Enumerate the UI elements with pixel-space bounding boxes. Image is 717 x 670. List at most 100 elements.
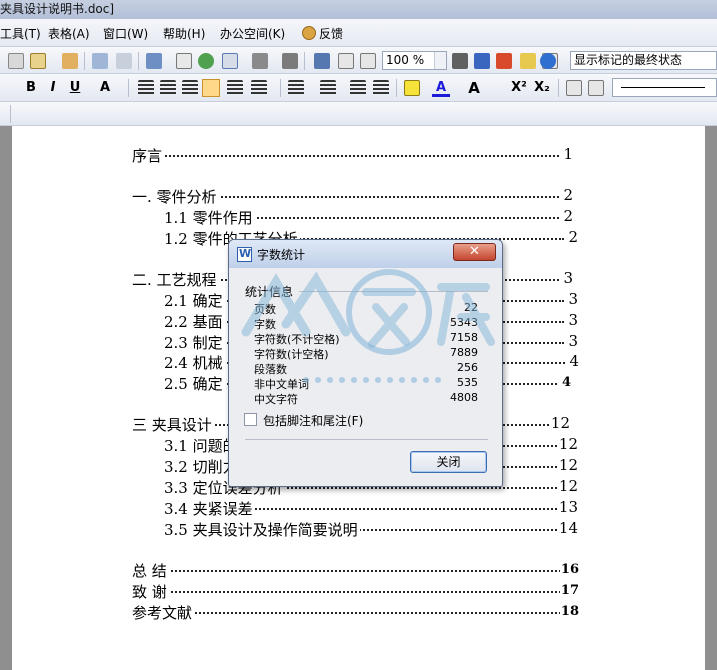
toc-text: 参考文献 [132,604,195,622]
insert-table-icon[interactable] [146,53,162,69]
bullets-icon[interactable] [320,80,336,96]
columns-icon[interactable] [252,53,268,69]
stat-value: 535 [457,376,478,389]
paste-icon[interactable] [30,53,46,69]
toc-text: 2.4 机械 [164,354,225,372]
toc-text: 总 结 [132,562,169,580]
toc-page: 4 [568,352,579,370]
toc-text: 一. 零件分析 [132,188,219,206]
include-footnotes-checkbox[interactable] [244,413,257,426]
align-left-icon[interactable] [138,80,154,96]
toc-page: 3 [562,269,573,287]
numbering-icon[interactable] [288,80,304,96]
gift-icon[interactable] [496,53,512,69]
toc-page: 1 [562,145,573,163]
table-style-icon[interactable] [588,80,604,96]
chart-icon[interactable] [282,53,298,69]
help-icon[interactable] [540,53,556,69]
format-painter-icon[interactable] [62,53,78,69]
align-right-icon[interactable] [182,80,198,96]
undo-icon[interactable] [92,53,108,69]
stat-value: 7889 [450,346,478,359]
styles-icon[interactable] [566,80,582,96]
document-map-icon[interactable] [314,53,330,69]
grow-font-button[interactable]: A [465,79,483,97]
dialog-title-bar[interactable]: 字数统计 ✕ [229,240,502,268]
find-icon[interactable] [452,53,468,69]
bold-button[interactable]: B [22,79,40,97]
toc-page: 12 [557,435,578,453]
align-center-icon[interactable] [160,80,176,96]
toc-text: 2.1 确定 [164,292,225,310]
print-preview-icon[interactable] [360,53,376,69]
increase-indent-icon[interactable] [373,80,389,96]
divider [245,439,488,440]
stat-label: 页数 [254,303,276,316]
toc-text: 3.5 夹具设计及操作简要说明 [164,521,360,539]
superscript-button[interactable]: X² [510,79,528,97]
show-hide-marks-icon[interactable] [338,53,354,69]
separator [396,79,397,97]
menu-help[interactable]: 帮助(H) [163,25,205,42]
font-color-button[interactable]: A [432,79,450,97]
toc-entry: 致 谢 17 [132,581,579,601]
menu-window[interactable]: 窗口(W) [103,25,148,42]
toc-page: 13 [557,498,578,516]
include-footnotes-label[interactable]: 包括脚注和尾注(F) [263,412,363,429]
menu-feedback[interactable]: 反馈 [319,25,343,42]
table-icon[interactable] [222,53,238,69]
formula-icon[interactable] [176,53,192,69]
toc-entry: 3.5 夹具设计及操作简要说明 14 [164,519,578,539]
track-changes-value: 显示标记的最终状态 [574,53,683,67]
leader-dots [132,566,565,572]
toc-text: 二. 工艺规程 [132,271,219,289]
separator [304,52,305,70]
stat-value: 5343 [450,316,478,329]
menu-office-space[interactable]: 办公空间(K) [220,25,285,42]
underline-button[interactable]: U [66,79,84,97]
web-icon[interactable] [198,53,214,69]
italic-button[interactable]: I [44,79,62,97]
highlight-icon[interactable] [404,80,420,96]
track-changes-select[interactable]: 显示标记的最终状态 [570,51,717,70]
leader-dots [132,151,559,157]
close-button[interactable]: 关闭 [410,451,487,473]
formatting-toolbar: B I U A A A X² X₂ [0,74,717,102]
zoom-select[interactable]: 100 % [382,51,447,70]
decrease-indent-icon[interactable] [350,80,366,96]
toc-text: 2.5 确定 [164,375,225,393]
justify-button[interactable] [202,79,220,97]
line-spacing-icon[interactable] [251,80,267,96]
toc-page: 2 [567,228,578,246]
ruler-bar [0,102,717,126]
star-icon[interactable] [520,53,536,69]
menu-table[interactable]: 表格(A) [48,25,90,42]
standard-toolbar: 100 % 显示标记的最终状态 [0,47,717,74]
font-effect-button[interactable]: A [96,79,114,97]
cut-icon[interactable] [8,53,24,69]
divider [299,291,488,292]
close-icon[interactable]: ✕ [453,243,496,261]
toc-entry: 一. 零件分析 2 [132,186,573,206]
subscript-button[interactable]: X₂ [533,79,551,97]
word-count-dialog: 字数统计 ✕ 统计信息 页数 22 字数 5343 字符数(不计空格) 7158… [228,239,503,487]
toc-page: 14 [557,519,578,537]
toc-page: 2 [562,207,573,225]
stat-value: 4808 [450,391,478,404]
word-app-icon [237,247,252,262]
toc-text: 1.1 零件作用 [164,209,255,227]
toc-text: 2.3 制定 [164,334,225,352]
menu-tools[interactable]: 工具(T) [0,25,41,42]
help-d-icon[interactable] [474,53,490,69]
stats-group-label: 统计信息 [245,285,294,299]
chevron-down-icon[interactable] [434,52,446,69]
stat-label: 中文字符 [254,393,298,406]
distributed-icon[interactable] [227,80,243,96]
toc-page: 4 [560,375,571,390]
window-title: 夹具设计说明书.doc] [0,2,115,16]
toc-page: 18 [559,604,579,619]
border-style-select[interactable] [612,78,717,97]
redo-icon[interactable] [116,53,132,69]
stat-label: 非中文单词 [254,378,309,391]
toc-text: 3.4 夹紧误差 [164,500,255,518]
